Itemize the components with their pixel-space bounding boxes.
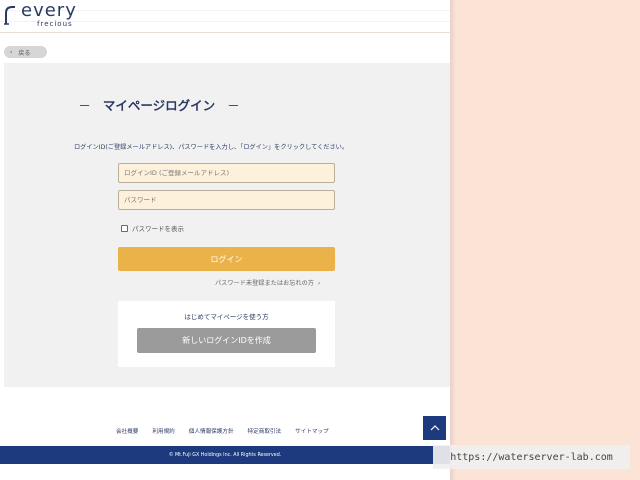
copyright-text: © Mt.Fuji GX Holdings Inc. All Rights Re… xyxy=(168,452,282,458)
brand-sub: frecious xyxy=(37,20,73,28)
copyright-bar: © Mt.Fuji GX Holdings Inc. All Rights Re… xyxy=(0,446,450,464)
page: every frecious ‹ 戻る － マイページログイン － ログインID(ご… xyxy=(0,0,450,480)
forgot-password-link[interactable]: パスワード未登録またはお忘れの方 › xyxy=(215,278,320,287)
footer-link-privacy[interactable]: 個人情報保護方針 xyxy=(189,427,234,435)
login-instruction: ログインID(ご登録メールアドレス)、パスワードを入力し、「ログイン」をクリック… xyxy=(74,144,349,151)
title-dash-right: － xyxy=(227,98,240,113)
brand-logo[interactable]: every frecious xyxy=(3,0,88,29)
page-edge-shadow xyxy=(450,0,456,480)
show-password-toggle[interactable]: パスワードを表示 xyxy=(121,223,184,233)
footer-links: 会社概要 利用規約 個人情報保護方針 特定商取引法 サイトマップ xyxy=(116,427,329,435)
show-password-label: パスワードを表示 xyxy=(132,225,184,233)
footer-link-commerce-law[interactable]: 特定商取引法 xyxy=(248,427,282,435)
footer-link-terms[interactable]: 利用規約 xyxy=(152,427,174,435)
show-password-checkbox[interactable] xyxy=(121,224,128,232)
chevron-up-icon xyxy=(430,425,439,431)
login-button[interactable]: ログイン xyxy=(118,247,335,271)
back-button-label: 戻る xyxy=(18,49,31,57)
login-id-input[interactable] xyxy=(118,163,335,183)
new-user-title: はじめてマイページを使う方 xyxy=(184,313,269,321)
chevron-left-icon: ‹ xyxy=(10,48,13,56)
chevron-right-icon: › xyxy=(315,280,321,287)
site-header: every frecious xyxy=(0,0,450,33)
title-dash-left: － xyxy=(78,98,91,113)
back-to-top-button[interactable] xyxy=(423,416,446,440)
forgot-password-label: パスワード未登録またはお忘れの方 xyxy=(215,280,314,287)
create-login-id-button[interactable]: 新しいログインIDを作成 xyxy=(137,328,316,353)
footer-link-company[interactable]: 会社概要 xyxy=(116,427,138,435)
footer-link-sitemap[interactable]: サイトマップ xyxy=(295,427,329,435)
watermark: https://waterserver-lab.com xyxy=(433,445,630,469)
login-panel: － マイページログイン － ログインID(ご登録メールアドレス)、パスワードを入力し… xyxy=(4,63,450,387)
page-title: － マイページログイン － xyxy=(4,95,314,114)
password-input[interactable] xyxy=(118,190,335,210)
new-user-box: はじめてマイページを使う方 新しいログインIDを作成 xyxy=(118,301,335,367)
page-title-text: マイページログイン xyxy=(102,98,216,113)
water-tap-icon xyxy=(4,6,15,25)
brand-name: every xyxy=(21,0,77,21)
back-button[interactable]: ‹ 戻る xyxy=(4,46,47,58)
